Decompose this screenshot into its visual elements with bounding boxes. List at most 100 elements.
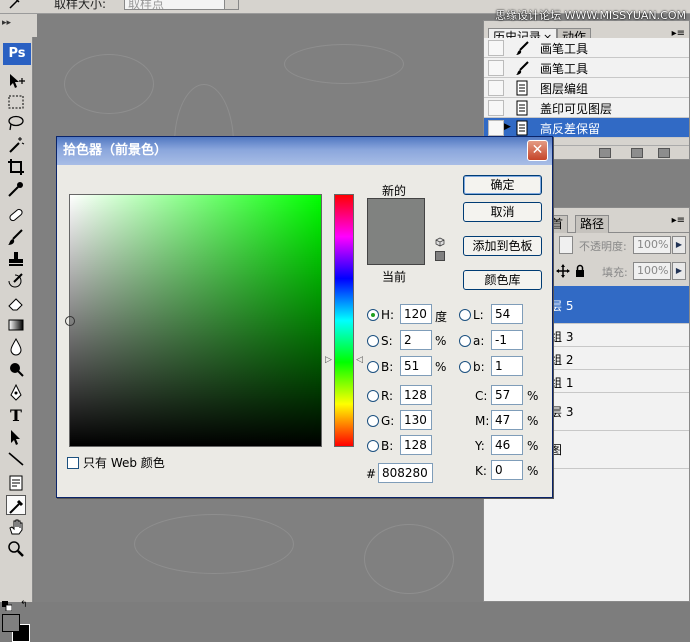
blue-radio[interactable]: [367, 440, 379, 452]
add-to-swatches-button[interactable]: 添加到色板: [463, 236, 542, 256]
toolbox-header: ▸▸: [0, 14, 37, 37]
path-selection-tool-icon[interactable]: [6, 427, 26, 447]
eraser-tool-icon[interactable]: [6, 293, 26, 313]
blur-tool-icon[interactable]: [6, 337, 26, 357]
ok-button[interactable]: 确定: [463, 175, 542, 195]
web-safe-swatch[interactable]: [435, 251, 445, 261]
healing-brush-tool-icon[interactable]: [6, 205, 26, 225]
type-tool-icon[interactable]: T: [6, 405, 26, 425]
pen-tool-icon[interactable]: [6, 383, 26, 403]
hex-label: #: [366, 467, 377, 481]
new-color-swatch: [367, 198, 425, 234]
b-channel-input[interactable]: 1: [491, 356, 523, 376]
new-document-from-state-icon[interactable]: [599, 148, 611, 158]
hand-tool-icon[interactable]: [6, 517, 26, 537]
hue-label: H:: [381, 308, 395, 322]
red-radio[interactable]: [367, 390, 379, 402]
panel-menu-icon[interactable]: ▸≡: [672, 215, 685, 226]
tab-paths[interactable]: 路径: [575, 215, 610, 233]
lightness-input[interactable]: 54: [491, 304, 523, 324]
lock-all-icon[interactable]: [574, 264, 586, 278]
brightness-input[interactable]: 51: [400, 356, 432, 376]
black-input[interactable]: 0: [491, 460, 523, 480]
a-channel-input[interactable]: -1: [491, 330, 523, 350]
close-button[interactable]: ✕: [527, 140, 548, 161]
hue-slider[interactable]: [334, 194, 354, 447]
history-source-checkbox[interactable]: [488, 100, 504, 116]
foreground-color-swatch[interactable]: [2, 614, 20, 632]
sample-size-select[interactable]: 取样点: [124, 0, 239, 11]
color-field-cursor[interactable]: [65, 316, 75, 326]
lightness-radio[interactable]: [459, 309, 471, 321]
line-tool-icon[interactable]: [6, 449, 26, 469]
green-input[interactable]: 130: [400, 410, 432, 430]
color-field[interactable]: [65, 194, 322, 447]
hex-input[interactable]: 808280: [378, 463, 433, 483]
snapshot-icon[interactable]: [631, 148, 643, 158]
chevron-down-icon[interactable]: [224, 0, 238, 9]
notes-tool-icon[interactable]: [6, 473, 26, 493]
cube-icon[interactable]: [435, 237, 445, 247]
history-item[interactable]: 画笔工具: [484, 58, 689, 78]
blue-input[interactable]: 128: [400, 435, 432, 455]
canvas-texture: [284, 44, 404, 84]
saturation-input[interactable]: 2: [400, 330, 432, 350]
history-brush-tool-icon[interactable]: [6, 271, 26, 291]
lasso-tool-icon[interactable]: [6, 113, 26, 133]
history-source-checkbox[interactable]: [488, 40, 504, 56]
b-channel-radio[interactable]: [459, 361, 471, 373]
history-source-checkbox[interactable]: [488, 80, 504, 96]
eyedropper-tool-icon[interactable]: [6, 495, 26, 515]
crop-tool-icon[interactable]: [6, 157, 26, 177]
magenta-label: M:: [475, 414, 490, 428]
dialog-titlebar[interactable]: 拾色器（前景色）: [57, 137, 552, 165]
photoshop-logo[interactable]: Ps: [3, 43, 31, 65]
history-source-checkbox[interactable]: [488, 120, 504, 136]
a-channel-radio[interactable]: [459, 335, 471, 347]
brush-tool-icon[interactable]: [6, 227, 26, 247]
history-item[interactable]: 盖印可见图层: [484, 98, 689, 118]
fill-input[interactable]: 100%: [633, 262, 671, 280]
cancel-button[interactable]: 取消: [463, 202, 542, 222]
magic-wand-tool-icon[interactable]: [6, 135, 26, 155]
expand-arrows-icon[interactable]: ▸▸: [2, 18, 11, 28]
opacity-value: 100%: [637, 238, 669, 251]
marquee-tool-icon[interactable]: [6, 92, 26, 112]
hue-slider-left-arrow-icon[interactable]: ▷: [325, 355, 332, 365]
hue-radio[interactable]: [367, 309, 379, 321]
saturation-radio[interactable]: [367, 335, 379, 347]
layer-name: 组 3: [550, 330, 574, 344]
watermark: 思缘设计论坛 WWW.MISSYUAN.COM: [495, 9, 686, 22]
history-item[interactable]: 画笔工具: [484, 38, 689, 58]
zoom-tool-icon[interactable]: [6, 539, 26, 559]
checkbox-box[interactable]: [67, 457, 79, 469]
clone-stamp-tool-icon[interactable]: [6, 249, 26, 269]
gradient-tool-icon[interactable]: [6, 315, 26, 335]
cyan-input[interactable]: 57: [491, 385, 523, 405]
brightness-label: B:: [381, 360, 394, 374]
opacity-input[interactable]: 100%: [633, 236, 671, 254]
web-colors-only-checkbox[interactable]: 只有 Web 颜色: [67, 454, 165, 471]
dodge-tool-icon[interactable]: [6, 359, 26, 379]
green-radio[interactable]: [367, 415, 379, 427]
fill-arrow-button[interactable]: ▶: [672, 262, 686, 280]
red-input[interactable]: 128: [400, 385, 432, 405]
trash-icon[interactable]: [658, 148, 670, 158]
document-icon: [516, 120, 528, 136]
history-source-checkbox[interactable]: [488, 60, 504, 76]
canvas-texture: [64, 54, 154, 114]
lock-position-icon[interactable]: [556, 264, 570, 278]
yellow-input[interactable]: 46: [491, 435, 523, 455]
brightness-radio[interactable]: [367, 361, 379, 373]
color-libraries-button[interactable]: 颜色库: [463, 270, 542, 290]
opacity-arrow-button[interactable]: ▶: [672, 236, 686, 254]
hue-input[interactable]: 120: [400, 304, 432, 324]
history-item-selected[interactable]: ▶ 高反差保留: [484, 118, 689, 138]
hue-slider-right-arrow-icon[interactable]: ◁: [356, 355, 363, 365]
move-tool-icon[interactable]: [6, 71, 26, 91]
current-color-swatch[interactable]: [367, 234, 425, 265]
history-item[interactable]: 图层编组: [484, 78, 689, 98]
slice-eyedropper-icon[interactable]: [6, 179, 26, 199]
blend-mode-select[interactable]: [559, 236, 573, 254]
magenta-input[interactable]: 47: [491, 410, 523, 430]
